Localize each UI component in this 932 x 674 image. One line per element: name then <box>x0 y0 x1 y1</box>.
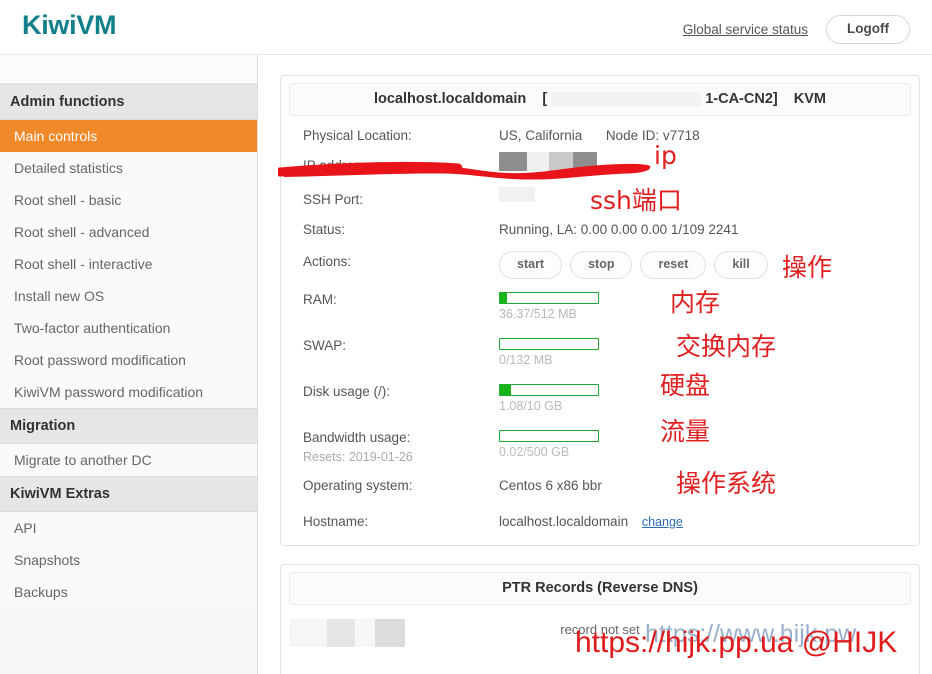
vm-virtualization-type: KVM <box>793 91 827 107</box>
physical-location-label: Physical Location: <box>303 128 412 143</box>
sidebar-item-migrate-to-another-dc[interactable]: Migrate to another DC <box>0 444 257 476</box>
disk-usage-text: 1.08/10 GB <box>499 399 563 413</box>
status-value: Running, LA: 0.00 0.00 0.00 1/109 2241 <box>499 222 739 237</box>
hostname-change-link[interactable]: change <box>642 515 683 529</box>
row-operating-system: Operating system: Centos 6 x86 bbr <box>303 472 919 508</box>
row-swap: SWAP: 0/132 MB <box>303 332 919 378</box>
ip-redaction-block-3 <box>549 152 573 171</box>
swap-label: SWAP: <box>303 338 347 353</box>
start-button[interactable]: start <box>499 251 563 279</box>
row-hostname: Hostname: localhost.localdomain change <box>303 508 919 542</box>
ram-usage-text: 36.37/512 MB <box>499 307 577 321</box>
kill-button[interactable]: kill <box>714 251 768 279</box>
ptr-records-panel: PTR Records (Reverse DNS) record not set <box>280 564 920 674</box>
ssh-port-label: SSH Port: <box>303 192 364 207</box>
vm-title-redaction <box>551 92 702 107</box>
sidebar-group-admin-functions: Admin functions <box>0 84 257 120</box>
sidebar: Admin functions Main controls Detailed s… <box>0 55 258 674</box>
vm-action-buttons: start stop reset kill <box>499 250 768 279</box>
hostname-value: localhost.localdomain <box>499 514 629 529</box>
sidebar-item-two-factor-authentication[interactable]: Two-factor authentication <box>0 312 257 344</box>
vm-title-bracket-open: [ <box>542 91 548 107</box>
main-content: localhost.localdomain [ 1-CA-CN2] KVM Ph… <box>258 55 932 674</box>
operating-system-label: Operating system: <box>303 478 413 493</box>
bandwidth-meter <box>499 430 599 442</box>
row-bandwidth-usage: Bandwidth usage: Resets: 2019-01-26 0.02… <box>303 424 919 472</box>
bandwidth-usage-label: Bandwidth usage: Resets: 2019-01-26 <box>303 424 499 465</box>
row-status: Status: Running, LA: 0.00 0.00 0.00 1/10… <box>303 216 919 246</box>
row-ssh-port: SSH Port: <box>303 186 919 216</box>
sidebar-item-root-shell-interactive[interactable]: Root shell - interactive <box>0 248 257 280</box>
reset-button[interactable]: reset <box>640 251 707 279</box>
ram-meter <box>499 292 599 304</box>
sidebar-item-root-shell-basic[interactable]: Root shell - basic <box>0 184 257 216</box>
vm-info-rows: Physical Location: US, California Node I… <box>281 116 919 542</box>
hostname-label: Hostname: <box>303 514 369 529</box>
vm-hostname-title: localhost.localdomain <box>373 91 527 107</box>
row-ip-address: IP address: <box>303 152 919 186</box>
row-disk-usage: Disk usage (/): 1.08/10 GB <box>303 378 919 424</box>
sidebar-group-kiwivm-extras: KiwiVM Extras <box>0 476 257 512</box>
page-root: KiwiVM Global service status Logoff Admi… <box>0 0 932 674</box>
ptr-panel-title: PTR Records (Reverse DNS) <box>289 572 911 605</box>
sidebar-top-spacer <box>0 55 257 84</box>
stop-button[interactable]: stop <box>570 251 633 279</box>
ip-redaction-block-4 <box>573 152 597 171</box>
sidebar-group-migration: Migration <box>0 408 257 444</box>
vm-location-code: 1-CA-CN2] <box>705 91 778 107</box>
sidebar-item-backups[interactable]: Backups <box>0 576 257 608</box>
ip-redaction-block-1 <box>499 152 527 171</box>
ip-redaction-block-2 <box>527 152 549 171</box>
ptr-records-body: record not set <box>281 605 919 659</box>
sidebar-item-detailed-statistics[interactable]: Detailed statistics <box>0 152 257 184</box>
swap-meter <box>499 338 599 350</box>
vm-panel-title: localhost.localdomain [ 1-CA-CN2] KVM <box>289 83 911 116</box>
disk-meter <box>499 384 599 396</box>
disk-usage-label: Disk usage (/): <box>303 384 391 399</box>
ip-address-value-redacted <box>499 152 759 178</box>
row-actions: Actions: start stop reset kill <box>303 246 919 286</box>
sidebar-item-root-password-modification[interactable]: Root password modification <box>0 344 257 376</box>
ram-label: RAM: <box>303 292 337 307</box>
physical-location-value: US, California <box>499 128 583 143</box>
row-ram: RAM: 36.37/512 MB <box>303 286 919 332</box>
ptr-record-status: record not set <box>560 622 640 637</box>
sidebar-item-api[interactable]: API <box>0 512 257 544</box>
top-bar: KiwiVM Global service status Logoff <box>0 0 932 55</box>
sidebar-item-root-shell-advanced[interactable]: Root shell - advanced <box>0 216 257 248</box>
status-label: Status: <box>303 222 346 237</box>
ip-address-label: IP address: <box>303 158 372 173</box>
node-id-value: Node ID: v7718 <box>605 128 700 143</box>
ram-meter-fill <box>500 293 507 303</box>
row-physical-location: Physical Location: US, California Node I… <box>303 122 919 152</box>
operating-system-value: Centos 6 x86 bbr <box>499 478 602 493</box>
vm-info-panel: localhost.localdomain [ 1-CA-CN2] KVM Ph… <box>280 75 920 546</box>
swap-usage-text: 0/132 MB <box>499 353 553 367</box>
bandwidth-reset-date: Resets: 2019-01-26 <box>303 450 413 464</box>
bandwidth-label-text: Bandwidth usage: <box>303 430 411 445</box>
bandwidth-usage-text: 0.02/500 GB <box>499 445 570 459</box>
sidebar-item-kiwivm-password-modification[interactable]: KiwiVM password modification <box>0 376 257 408</box>
top-bar-actions: Global service status Logoff <box>683 15 910 44</box>
ssh-port-redaction-block <box>499 187 535 202</box>
sidebar-item-install-new-os[interactable]: Install new OS <box>0 280 257 312</box>
global-service-status-link[interactable]: Global service status <box>683 22 808 37</box>
sidebar-item-snapshots[interactable]: Snapshots <box>0 544 257 576</box>
disk-meter-fill <box>500 385 511 395</box>
app-logo: KiwiVM <box>22 10 117 40</box>
ssh-port-value-redacted <box>499 186 619 204</box>
actions-label: Actions: <box>303 254 352 269</box>
logoff-button[interactable]: Logoff <box>826 15 910 44</box>
sidebar-item-main-controls[interactable]: Main controls <box>0 120 257 152</box>
